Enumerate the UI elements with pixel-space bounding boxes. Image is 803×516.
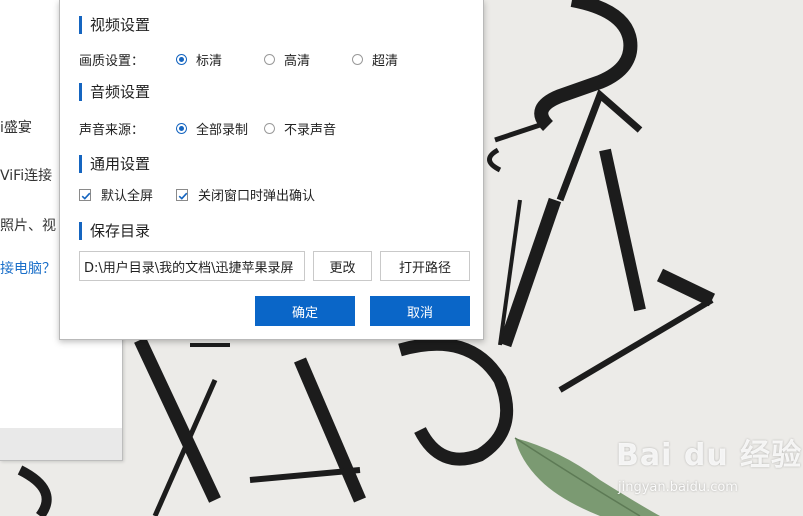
radio-checked-icon bbox=[176, 123, 187, 134]
quality-uhd-label: 超清 bbox=[372, 54, 399, 69]
audio-no-sound-radio[interactable]: 不录声音 bbox=[264, 119, 336, 138]
background-text-line: ViFi连接 bbox=[0, 168, 53, 184]
video-settings-title: 视频设置 bbox=[79, 16, 150, 34]
quality-sd-radio[interactable]: 标清 bbox=[176, 50, 222, 69]
audio-record-all-radio[interactable]: 全部录制 bbox=[176, 119, 248, 138]
background-link[interactable]: 接电脑？ bbox=[0, 258, 56, 278]
quality-sd-label: 标清 bbox=[196, 54, 223, 69]
ok-button[interactable]: 确定 bbox=[255, 296, 355, 326]
checkmark-icon bbox=[176, 188, 188, 201]
cancel-button[interactable]: 取消 bbox=[370, 296, 470, 326]
quality-hd-label: 高清 bbox=[284, 54, 311, 69]
fullscreen-label: 默认全屏 bbox=[101, 189, 154, 204]
watermark-logo: Bai du 经验 bbox=[616, 438, 803, 473]
change-path-button[interactable]: 更改 bbox=[313, 251, 372, 281]
radio-unchecked-icon bbox=[352, 54, 363, 65]
quality-label: 画质设置： bbox=[79, 54, 145, 69]
radio-checked-icon bbox=[176, 54, 187, 65]
background-text-line: i盛宴 bbox=[0, 120, 32, 136]
save-directory-title: 保存目录 bbox=[79, 222, 150, 240]
audio-source-label: 声音来源： bbox=[79, 123, 145, 138]
open-path-button[interactable]: 打开路径 bbox=[380, 251, 470, 281]
quality-uhd-radio[interactable]: 超清 bbox=[352, 50, 398, 69]
background-text-line: 照片、视 bbox=[0, 218, 56, 234]
watermark-url: jingyan.baidu.com bbox=[618, 480, 738, 495]
quality-hd-radio[interactable]: 高清 bbox=[264, 50, 310, 69]
general-settings-title: 通用设置 bbox=[79, 155, 150, 173]
background-window-footer bbox=[0, 428, 122, 460]
radio-unchecked-icon bbox=[264, 54, 275, 65]
audio-record-all-label: 全部录制 bbox=[196, 123, 249, 138]
checkmark-icon bbox=[79, 188, 91, 201]
radio-unchecked-icon bbox=[264, 123, 275, 134]
fullscreen-checkbox[interactable]: 默认全屏 bbox=[79, 185, 153, 204]
close-confirm-label: 关闭窗口时弹出确认 bbox=[198, 189, 316, 204]
save-path-input[interactable] bbox=[79, 251, 305, 281]
watermark: Bai du 经验 jingyan.baidu.com bbox=[616, 430, 801, 512]
settings-dialog: 视频设置 画质设置： 标清 高清 超清 音频设置 声音来源： 全部录制 不录声音… bbox=[59, 0, 484, 340]
audio-no-sound-label: 不录声音 bbox=[284, 123, 337, 138]
close-confirm-checkbox[interactable]: 关闭窗口时弹出确认 bbox=[176, 185, 315, 204]
audio-settings-title: 音频设置 bbox=[79, 83, 150, 101]
